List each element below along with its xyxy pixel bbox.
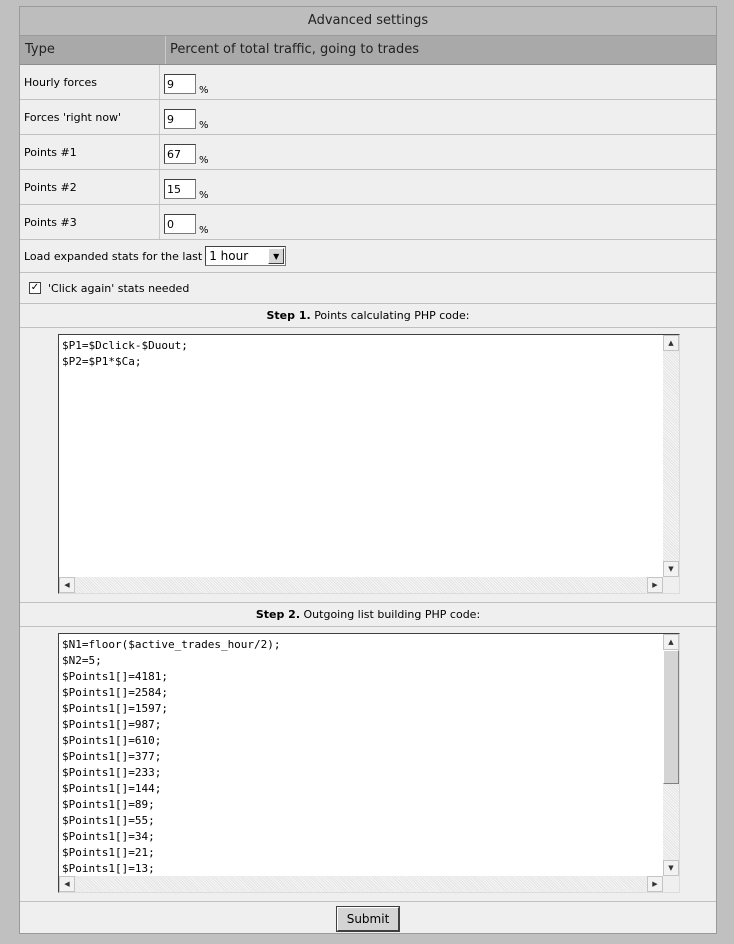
step-1-title: Step 1. [266, 309, 311, 322]
step-1-code-section: $P1=$Dclick-$Duout; $P2=$P1*$Ca; ▲ ▼ ◀ ▶ [20, 328, 716, 603]
scroll-right-icon[interactable]: ▶ [647, 876, 663, 892]
scroll-up-icon[interactable]: ▲ [663, 335, 679, 351]
advanced-settings-panel: Advanced settings Type Percent of total … [19, 6, 717, 934]
row-forces-right-now: Forces 'right now' % [20, 100, 716, 135]
click-again-row: ✓ 'Click again' stats needed [20, 273, 716, 304]
step-2-code-textarea[interactable]: $N1=floor($active_trades_hour/2); $N2=5;… [58, 633, 680, 893]
submit-row: Submit [20, 902, 716, 936]
hourly-forces-input[interactable] [164, 74, 196, 94]
stats-period-select[interactable]: 1 hour ▼ [205, 246, 287, 266]
row-label: Forces 'right now' [20, 100, 160, 134]
horizontal-scrollbar[interactable]: ◀ ▶ [59, 876, 663, 892]
step-1-heading: Step 1. Points calculating PHP code: [20, 304, 716, 328]
forces-right-now-input[interactable] [164, 109, 196, 129]
row-label: Points #2 [20, 170, 160, 204]
scroll-down-icon[interactable]: ▼ [663, 860, 679, 876]
scroll-left-icon[interactable]: ◀ [59, 577, 75, 593]
step-1-code-textarea[interactable]: $P1=$Dclick-$Duout; $P2=$P1*$Ca; ▲ ▼ ◀ ▶ [58, 334, 680, 594]
step-2-title: Step 2. [255, 608, 301, 621]
load-stats-row: Load expanded stats for the last 1 hour … [20, 240, 716, 273]
step-2-text: Outgoing list building PHP code: [303, 608, 481, 621]
stats-period-value: 1 hour [209, 249, 249, 263]
scroll-corner [663, 577, 679, 593]
row-label: Hourly forces [20, 65, 160, 99]
points-2-input[interactable] [164, 179, 196, 199]
step-2-code[interactable]: $N1=floor($active_trades_hour/2); $N2=5;… [62, 637, 662, 875]
scroll-corner [663, 876, 679, 892]
click-again-label: 'Click again' stats needed [48, 281, 190, 295]
row-hourly-forces: Hourly forces % [20, 65, 716, 100]
step-2-code-section: $N1=floor($active_trades_hour/2); $N2=5;… [20, 627, 716, 902]
percent-unit: % [199, 155, 209, 166]
scroll-left-icon[interactable]: ◀ [59, 876, 75, 892]
points-1-input[interactable] [164, 144, 196, 164]
chevron-down-icon[interactable]: ▼ [268, 248, 285, 264]
click-again-checkbox[interactable]: ✓ [29, 282, 41, 294]
column-type: Type [20, 36, 166, 64]
column-header: Type Percent of total traffic, going to … [20, 36, 716, 65]
percent-unit: % [199, 225, 209, 236]
row-label: Points #3 [20, 205, 160, 239]
row-label: Points #1 [20, 135, 160, 169]
row-points-3: Points #3 % [20, 205, 716, 240]
points-3-input[interactable] [164, 214, 196, 234]
scroll-thumb[interactable] [663, 650, 679, 784]
load-stats-label: Load expanded stats for the last [24, 249, 203, 263]
row-points-1: Points #1 % [20, 135, 716, 170]
submit-button[interactable]: Submit [336, 907, 400, 931]
scroll-up-icon[interactable]: ▲ [663, 634, 679, 650]
panel-title: Advanced settings [20, 7, 716, 36]
step-1-text: Points calculating PHP code: [314, 309, 470, 322]
scroll-right-icon[interactable]: ▶ [647, 577, 663, 593]
vertical-scrollbar[interactable]: ▲ ▼ [663, 634, 679, 876]
step-2-heading: Step 2. Outgoing list building PHP code: [20, 603, 716, 627]
row-points-2: Points #2 % [20, 170, 716, 205]
vertical-scrollbar[interactable]: ▲ ▼ [663, 335, 679, 577]
horizontal-scrollbar[interactable]: ◀ ▶ [59, 577, 663, 593]
percent-unit: % [199, 85, 209, 96]
scroll-down-icon[interactable]: ▼ [663, 561, 679, 577]
step-1-code[interactable]: $P1=$Dclick-$Duout; $P2=$P1*$Ca; [62, 338, 662, 576]
percent-unit: % [199, 120, 209, 131]
column-percent: Percent of total traffic, going to trade… [170, 42, 420, 57]
percent-unit: % [199, 190, 209, 201]
